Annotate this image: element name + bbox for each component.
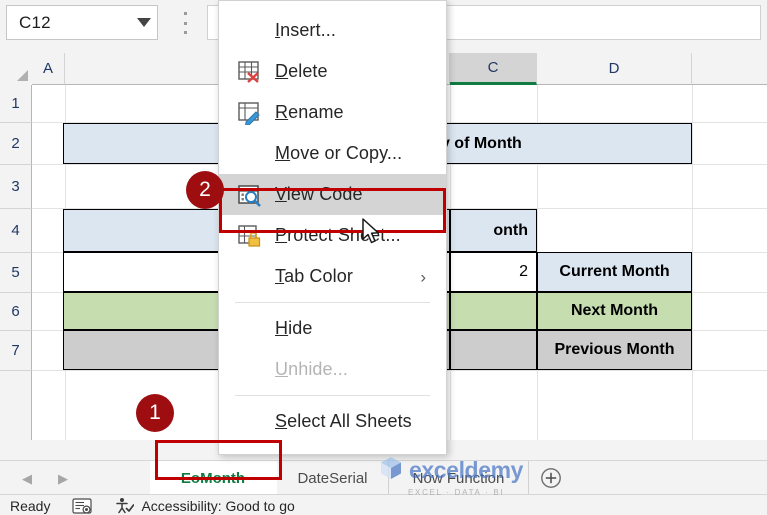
menu-item-hide[interactable]: Hide (219, 308, 446, 349)
record-macro-icon[interactable] (72, 497, 93, 514)
menu-item-insert[interactable]: Insert... (219, 10, 446, 51)
menu-item-protect-sheet[interactable]: Protect Sheet... (219, 215, 446, 256)
vertical-dots-icon[interactable] (180, 12, 190, 34)
sheet-tab-bar: ◀ ▶ EoMonth DateSerial Now Function (0, 460, 767, 495)
accessibility-label[interactable]: Accessibility: Good to go (134, 498, 294, 514)
cell-c5-value[interactable]: 2 (450, 252, 537, 292)
menu-item-delete-label: Delete (275, 61, 328, 81)
menu-separator-2 (235, 395, 430, 396)
select-all-sheets-icon (237, 407, 275, 437)
row-header-7[interactable]: 7 (0, 331, 32, 371)
protect-sheet-icon (237, 221, 275, 251)
menu-item-select-all-sheets[interactable]: Select All Sheets (219, 401, 446, 442)
menu-separator-1 (235, 302, 430, 303)
menu-item-move-or-copy[interactable]: Move or Copy... (219, 133, 446, 174)
insert-icon (237, 16, 275, 46)
menu-item-insert-label: Insert... (275, 20, 336, 40)
gridline-col-d (692, 85, 693, 440)
column-header-a[interactable]: A (32, 53, 65, 85)
row-header-1[interactable]: 1 (0, 85, 32, 123)
cell-c4-month-header[interactable]: onth (450, 209, 537, 252)
row-header-8[interactable] (0, 371, 32, 440)
step-badge-1: 1 (136, 394, 174, 432)
menu-item-protect-sheet-label: Protect Sheet... (275, 225, 401, 245)
accessibility-icon[interactable] (114, 497, 135, 514)
add-sheet-button[interactable] (529, 461, 573, 495)
menu-item-view-code[interactable]: View Code (219, 174, 446, 215)
row-header-3[interactable]: 3 (0, 165, 32, 209)
column-header-c[interactable]: C (450, 53, 537, 85)
tab-color-icon (237, 262, 275, 292)
tab-scroll-buttons[interactable]: ◀ ▶ (22, 461, 92, 495)
menu-item-rename-label: Rename (275, 102, 344, 122)
name-box[interactable]: C12 (6, 5, 158, 40)
menu-item-unhide: Unhide... (219, 349, 446, 390)
menu-item-delete[interactable]: Delete (219, 51, 446, 92)
excel-window: C12 A B C D 1 2 3 4 5 6 7 (0, 0, 767, 515)
menu-item-view-code-label: View Code (275, 184, 363, 204)
cell-d6-next-month[interactable]: Next Month (537, 292, 692, 330)
unhide-icon (237, 355, 275, 385)
cell-d7-previous-month[interactable]: Previous Month (537, 330, 692, 370)
rename-sheet-icon (237, 98, 275, 128)
cell-d5-current-month[interactable]: Current Month (537, 252, 692, 292)
status-bar: Ready Accessibility: Good to go (0, 494, 767, 515)
menu-item-rename[interactable]: Rename (219, 92, 446, 133)
move-or-copy-icon (237, 139, 275, 169)
step-badge-2: 2 (186, 171, 224, 209)
select-all-triangle-icon (17, 70, 28, 81)
menu-item-tab-color-label: Tab Color (275, 266, 353, 286)
status-state-label: Ready (10, 497, 51, 514)
row-header-2[interactable]: 2 (0, 123, 32, 165)
row-header-5[interactable]: 5 (0, 253, 32, 293)
sheet-tab-eomonth[interactable]: EoMonth (150, 461, 277, 495)
menu-item-move-or-copy-label: Move or Copy... (275, 143, 403, 163)
sheet-tab-context-menu[interactable]: Insert... Delete Rename Move or Copy... … (218, 0, 447, 455)
tab-next-icon[interactable]: ▶ (58, 472, 68, 485)
column-header-e[interactable] (692, 53, 767, 85)
select-all-corner[interactable] (0, 53, 33, 86)
sheet-tab-dateserial[interactable]: DateSerial (277, 461, 389, 495)
row-header-6[interactable]: 6 (0, 293, 32, 331)
tab-prev-icon[interactable]: ◀ (22, 472, 32, 485)
sheet-tabs: EoMonth DateSerial Now Function (150, 461, 573, 495)
view-code-icon (237, 180, 275, 210)
column-header-d[interactable]: D (537, 53, 692, 85)
hide-icon (237, 314, 275, 344)
menu-item-tab-color[interactable]: Tab Color › (219, 256, 446, 297)
menu-item-hide-label: Hide (275, 318, 313, 338)
chevron-down-icon[interactable] (131, 6, 157, 39)
menu-item-unhide-label: Unhide... (275, 359, 348, 379)
name-box-value: C12 (19, 12, 51, 32)
cell-c7[interactable] (450, 330, 537, 370)
delete-sheet-icon (237, 57, 275, 87)
row-header-4[interactable]: 4 (0, 209, 32, 253)
sheet-tab-now-function[interactable]: Now Function (389, 461, 529, 495)
menu-item-select-all-sheets-label: Select All Sheets (275, 411, 412, 431)
cell-c6[interactable] (450, 292, 537, 330)
chevron-right-icon: › (420, 267, 426, 286)
